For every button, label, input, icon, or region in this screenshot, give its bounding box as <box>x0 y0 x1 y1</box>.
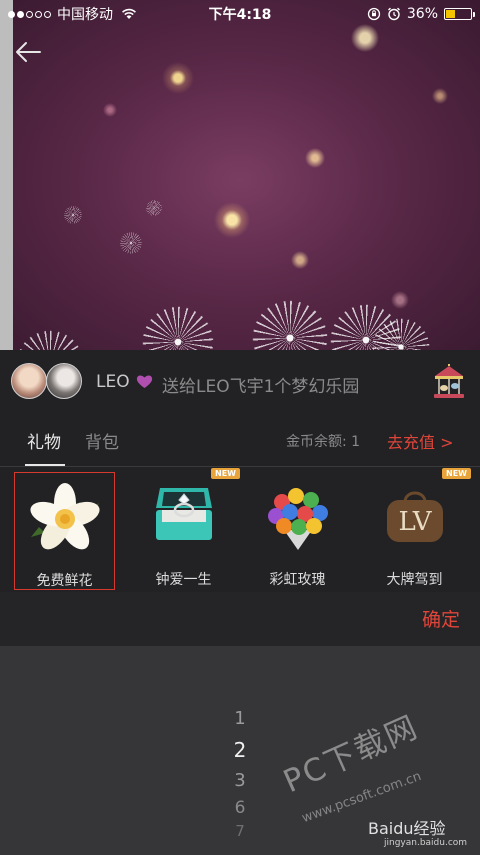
rainbow-rose-icon <box>267 488 328 550</box>
back-arrow-icon[interactable] <box>14 40 42 64</box>
gift-name: 免费鲜花 <box>36 573 93 589</box>
carousel-icon <box>434 364 464 398</box>
dandelion-decoration <box>146 200 162 216</box>
recharge-link[interactable]: 去充值 > <box>387 429 454 453</box>
avatar[interactable] <box>11 363 47 399</box>
flower-icon <box>29 483 100 550</box>
baidu-watermark: Baidu经验 <box>368 819 446 838</box>
dandelion-decoration <box>120 232 142 254</box>
clock: 下午4:18 <box>208 7 272 23</box>
coin-balance: 金币余额: 1 <box>286 434 361 450</box>
gift-message: 送给LEO飞宇1个梦幻乐园 <box>162 377 360 397</box>
gift-announcement: LEO 送给LEO飞宇1个梦幻乐园 <box>0 350 480 412</box>
ring-box-icon <box>155 488 212 540</box>
dandelion-decoration <box>64 206 82 224</box>
svg-text:LV: LV <box>398 507 432 537</box>
gift-item-ring[interactable]: NEW 钟爱一生 <box>133 468 240 590</box>
gift-grid: 免费鲜花 NEW 钟爱一生 彩虹玫瑰 LV NEW 大牌驾到 <box>0 468 480 598</box>
tab-bag[interactable]: 背包 <box>85 428 119 453</box>
lv-bag-icon: LV <box>386 491 443 542</box>
new-badge: NEW <box>211 468 240 479</box>
left-edge-strip <box>0 0 13 350</box>
gift-tabs: 礼物 背包 金币余额: 1 去充值 > <box>0 422 480 467</box>
gift-name: 钟爱一生 <box>155 572 212 588</box>
battery-icon <box>444 8 475 20</box>
tab-active-indicator <box>25 464 65 466</box>
heart-icon <box>136 375 153 388</box>
confirm-bar: 确定 <box>0 592 480 646</box>
live-video-background <box>0 0 480 350</box>
gift-name: 大牌驾到 <box>386 572 443 588</box>
sender-name: LEO <box>96 372 130 392</box>
new-badge: NEW <box>442 468 471 479</box>
tab-gift[interactable]: 礼物 <box>27 428 61 453</box>
gift-item-rainbow-rose[interactable]: 彩虹玫瑰 <box>247 472 348 590</box>
gift-name: 彩虹玫瑰 <box>269 572 326 588</box>
avatar[interactable] <box>46 363 82 399</box>
gift-item-free-flower[interactable]: 免费鲜花 <box>14 472 115 590</box>
baidu-watermark-url: jingyan.baidu.com <box>384 838 468 848</box>
status-bar: 中国移动 下午4:18 36% <box>0 0 480 28</box>
confirm-button[interactable]: 确定 <box>422 605 460 632</box>
gift-item-luxury-bag[interactable]: LV NEW 大牌驾到 <box>364 468 471 590</box>
